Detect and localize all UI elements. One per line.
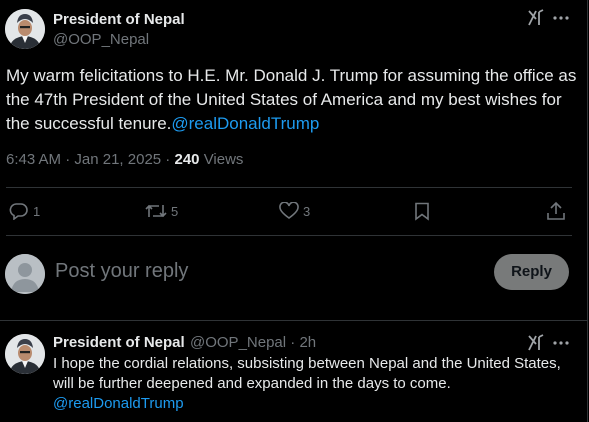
tweet-text: My warm felicitations to H.E. Mr. Donald… <box>6 64 581 136</box>
divider <box>6 187 572 188</box>
views-count: 240 <box>174 151 200 168</box>
reply-author-name[interactable]: President of Nepal <box>53 334 185 351</box>
author-photo <box>5 334 45 374</box>
reply-count: 1 <box>33 203 41 219</box>
reply-mention-link[interactable]: @realDonaldTrump <box>53 395 184 412</box>
author-avatar[interactable] <box>5 9 45 49</box>
bookmark-icon <box>415 202 429 221</box>
reply-input[interactable]: Post your reply <box>55 260 188 283</box>
tweet-detail: President of Nepal @OOP_Nepal My warm fe… <box>0 0 588 422</box>
reply-action[interactable]: 1 <box>9 202 40 220</box>
reply-age[interactable]: 2h <box>299 334 316 351</box>
reply-icon <box>9 203 28 220</box>
repost-action[interactable]: 5 <box>145 202 178 220</box>
divider <box>0 320 588 321</box>
views-label: Views <box>203 151 244 168</box>
tweet-mention-link[interactable]: @realDonaldTrump <box>171 114 319 133</box>
tweet-date[interactable]: Jan 21, 2025 <box>74 151 161 168</box>
grok-icon[interactable] <box>527 334 545 352</box>
author-photo <box>5 9 45 49</box>
reply-author-avatar[interactable] <box>5 334 45 374</box>
grok-icon[interactable] <box>527 9 545 27</box>
tweet-meta: 6:43 AM · Jan 21, 2025 · 240 Views <box>6 151 244 168</box>
tweet-time[interactable]: 6:43 AM <box>6 151 61 168</box>
my-avatar[interactable] <box>5 254 45 294</box>
reply-text-body: I hope the cordial relations, subsisting… <box>53 355 561 392</box>
reply-author-handle: @OOP_Nepal · 2h <box>190 334 317 351</box>
bookmark-action[interactable] <box>414 202 430 221</box>
author-handle[interactable]: @OOP_Nepal <box>53 31 149 48</box>
like-count: 3 <box>303 203 311 219</box>
divider <box>6 235 572 236</box>
like-icon <box>279 202 299 219</box>
repost-count: 5 <box>171 203 179 219</box>
reply-button[interactable]: Reply <box>494 254 569 290</box>
repost-icon <box>145 204 167 218</box>
share-icon <box>547 201 565 220</box>
reply-handle[interactable]: @OOP_Nepal <box>190 334 286 351</box>
author-name[interactable]: President of Nepal <box>53 11 185 28</box>
more-icon[interactable] <box>552 14 570 22</box>
share-action[interactable] <box>546 201 566 221</box>
default-avatar-icon <box>5 254 45 294</box>
reply-text: I hope the cordial relations, subsisting… <box>53 354 573 414</box>
more-icon[interactable] <box>552 339 570 347</box>
like-action[interactable]: 3 <box>279 202 310 220</box>
